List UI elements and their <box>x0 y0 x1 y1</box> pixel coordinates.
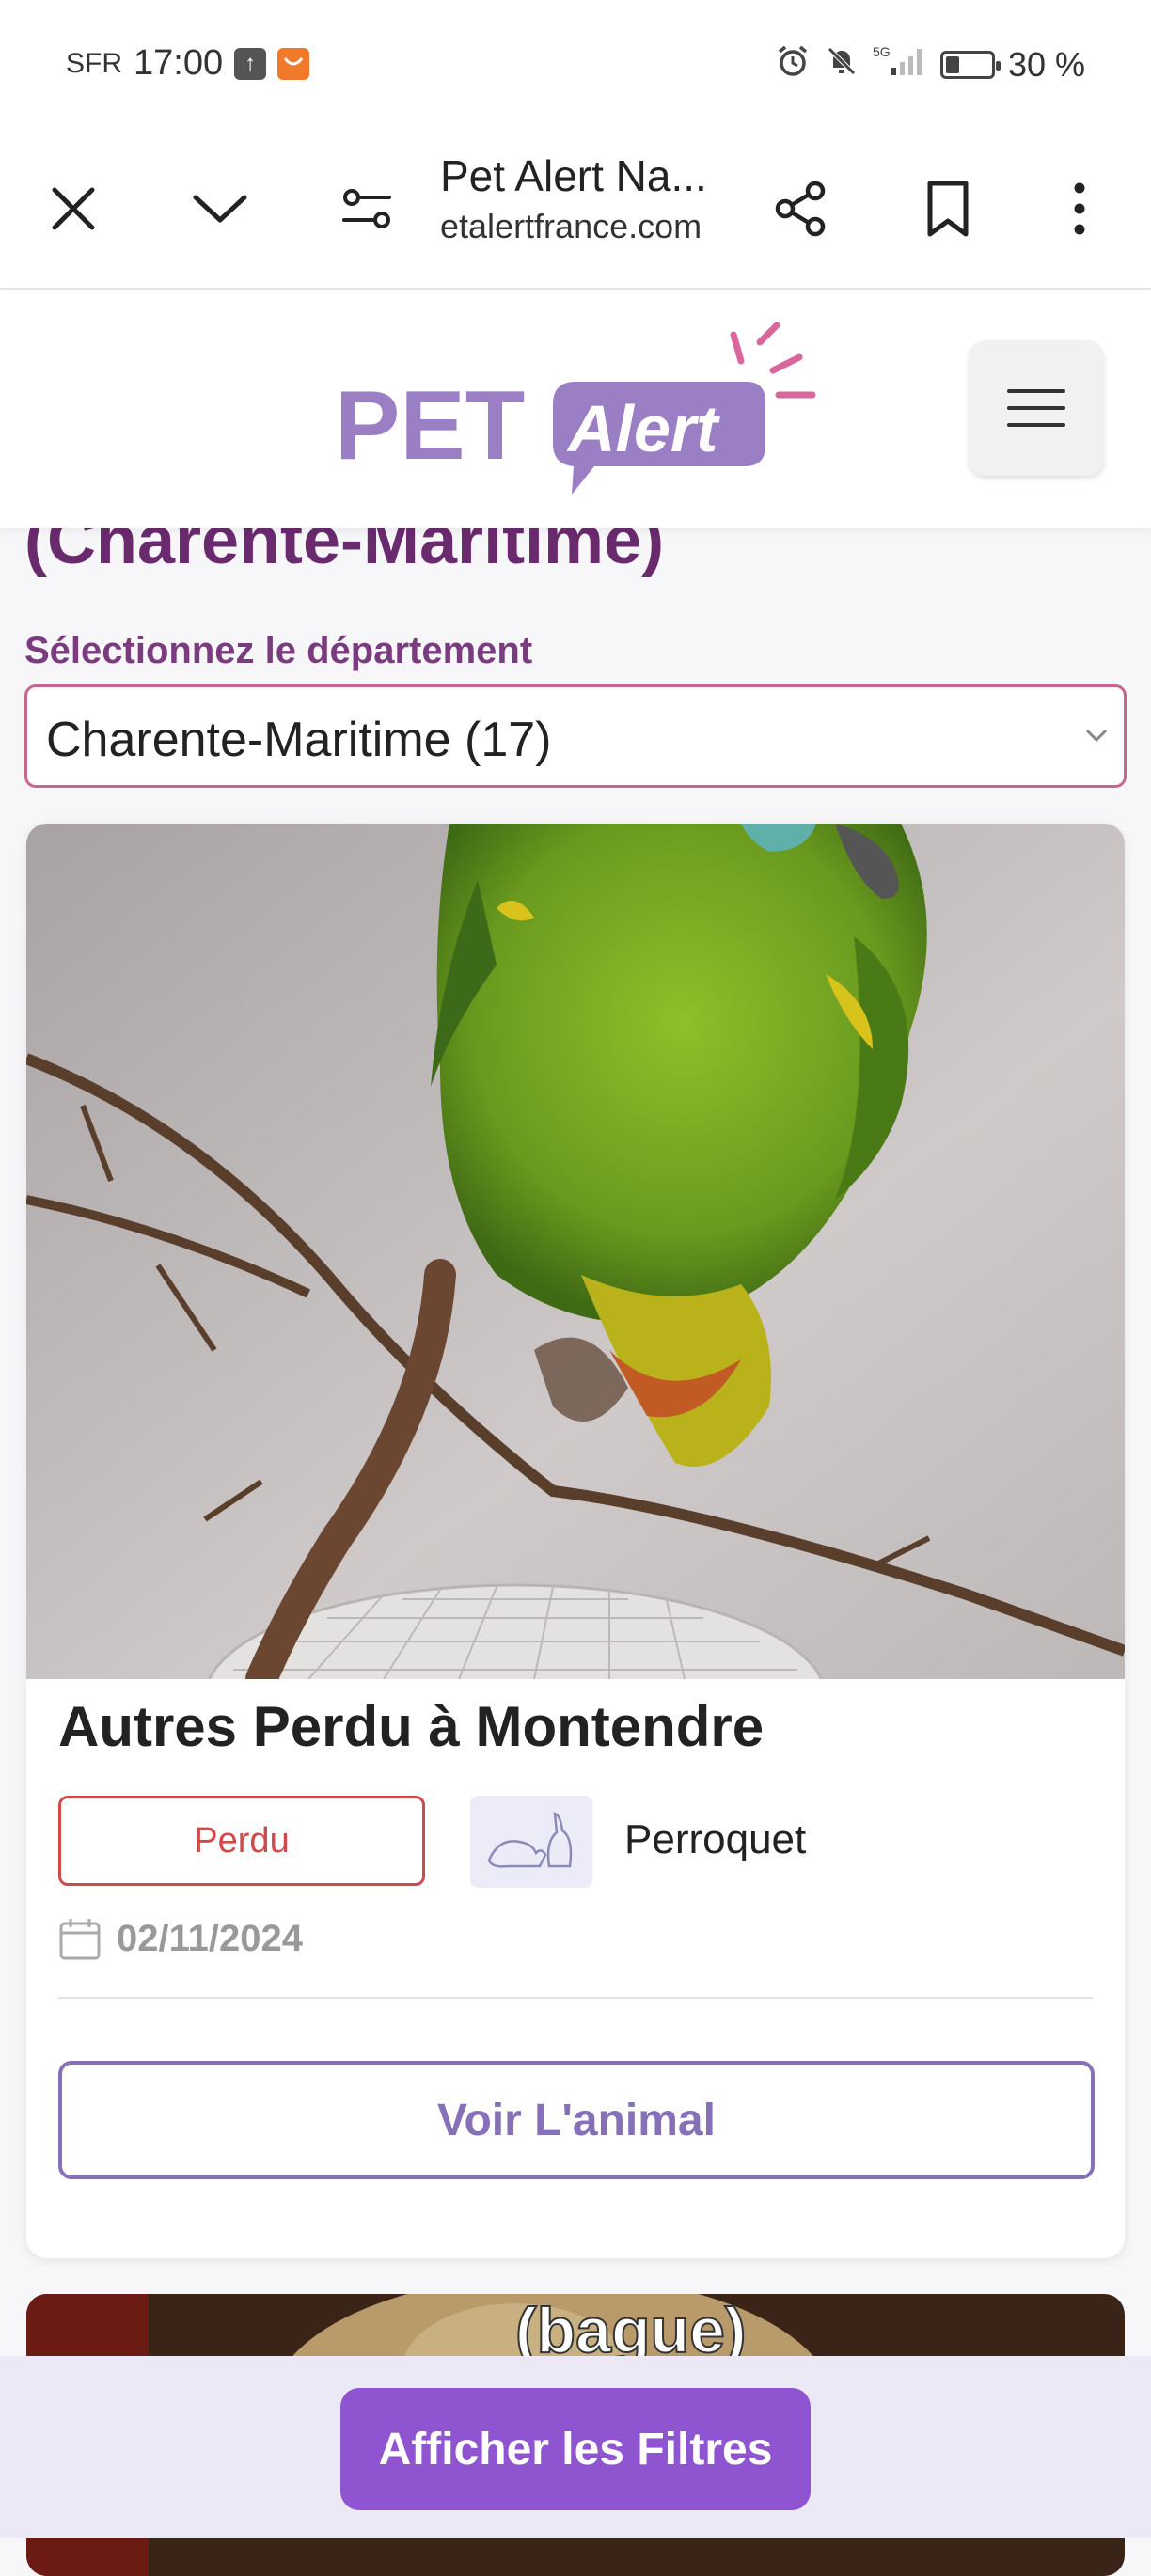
clock: 17:00 <box>134 43 224 83</box>
parrot-photo[interactable] <box>26 824 1125 1679</box>
upload-icon: ↑ <box>234 47 267 80</box>
notification-app-icon <box>277 47 310 80</box>
signal-icon: 5G <box>873 43 927 86</box>
carrier-label: SFR <box>66 47 122 79</box>
date-row: 02/11/2024 <box>58 1916 303 1961</box>
network-type-label: 5G <box>873 44 891 59</box>
status-bar-right: 5G 30 % <box>775 43 1085 86</box>
minimize-button[interactable] <box>181 169 260 248</box>
page-title-block[interactable]: Pet Alert Na... etalertfrance.com <box>440 150 741 246</box>
close-icon <box>52 187 95 230</box>
browser-url: etalertfrance.com <box>440 207 702 245</box>
alarm-icon <box>775 43 811 86</box>
more-options-button[interactable] <box>1040 169 1119 248</box>
pet-card: Autres Perdu à Montendre Perdu Perroquet… <box>26 824 1125 2258</box>
svg-text:PET: PET <box>335 371 525 480</box>
browser-toolbar: Pet Alert Na... etalertfrance.com <box>0 132 1151 290</box>
menu-line <box>1007 406 1065 410</box>
mute-icon <box>824 43 859 86</box>
chevron-down-icon <box>193 195 247 223</box>
calendar-icon <box>59 1919 101 1960</box>
hamburger-menu-button[interactable] <box>969 340 1104 476</box>
show-filters-button[interactable]: Afficher les Filtres <box>340 2388 811 2510</box>
tune-icon <box>342 189 391 228</box>
pet-alert-logo[interactable]: PET Alert <box>335 318 824 515</box>
site-settings-button[interactable] <box>327 169 406 248</box>
menu-line <box>1007 389 1065 393</box>
more-vertical-icon <box>1074 182 1085 235</box>
close-tab-button[interactable] <box>34 169 113 248</box>
share-button[interactable] <box>762 169 841 248</box>
menu-line <box>1007 423 1065 427</box>
browser-page-title: Pet Alert Na... <box>440 151 707 200</box>
species-label: Perroquet <box>624 1816 807 1862</box>
bottom-filter-bar: Afficher les Filtres <box>0 2356 1151 2538</box>
view-animal-button[interactable]: Voir L'animal <box>58 2061 1095 2179</box>
department-select-label: Sélectionnez le département <box>24 630 533 671</box>
status-bar-left: SFR 17:00 ↑ <box>66 43 310 84</box>
report-date: 02/11/2024 <box>117 1917 303 1959</box>
svg-text:Alert: Alert <box>566 392 720 465</box>
status-tag-lost: Perdu <box>58 1796 425 1886</box>
status-bar: SFR 17:00 ↑ 5G 30 % <box>0 0 1151 132</box>
site-header: PET Alert <box>0 290 1151 528</box>
share-icon <box>775 181 826 237</box>
bookmark-button[interactable] <box>908 169 987 248</box>
animal-silhouette-icon <box>470 1796 592 1888</box>
pet-card-title[interactable]: Autres Perdu à Montendre <box>58 1694 764 1759</box>
battery-level <box>945 56 959 73</box>
card-divider <box>58 1997 1093 1999</box>
department-select[interactable]: Charente-Maritime (17) <box>24 684 1127 788</box>
department-select-value: Charente-Maritime (17) <box>46 713 552 767</box>
battery-percent: 30 % <box>1007 45 1085 84</box>
battery-icon <box>939 51 1001 79</box>
chevron-down-icon <box>1085 729 1108 743</box>
bookmark-icon <box>927 181 969 237</box>
